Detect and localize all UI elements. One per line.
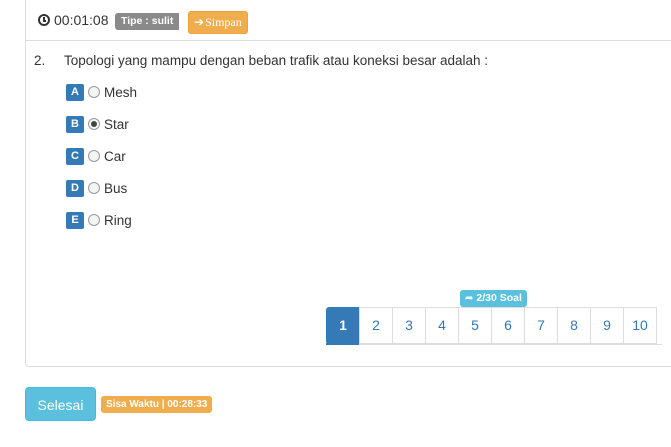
option-a[interactable]: A Mesh [66, 83, 137, 101]
option-letter: A [66, 83, 84, 101]
option-letter: D [66, 179, 84, 197]
option-label: Mesh [104, 84, 138, 100]
option-b[interactable]: B Star [66, 115, 129, 133]
option-c-radio[interactable] [88, 150, 100, 162]
progress-badge: ➦ 2/30 Soal [460, 290, 527, 307]
page-1[interactable]: 1 [326, 307, 360, 344]
option-c[interactable]: C Car [66, 147, 126, 165]
elapsed-time: 00:01:08 [54, 12, 109, 28]
option-b-radio[interactable] [88, 118, 100, 130]
question-pagination: 1 2 3 4 5 6 7 8 9 10 [326, 307, 657, 344]
option-a-radio[interactable] [88, 86, 100, 98]
save-button-label: Simpan [205, 15, 242, 29]
progress-badge-text: 2/30 Soal [476, 292, 522, 304]
option-label: Ring [104, 212, 132, 228]
option-e[interactable]: E Ring [66, 211, 132, 229]
page-9[interactable]: 9 [590, 307, 624, 344]
option-letter: B [66, 115, 84, 133]
elapsed-timer: 00:01:08 [38, 12, 109, 28]
difficulty-badge: Tipe : sulit [115, 13, 180, 30]
question-number: 2. [34, 53, 46, 68]
panel-header: 00:01:08 Tipe : sulit ➔ Simpan [26, 0, 671, 41]
option-label: Car [104, 148, 126, 164]
question-panel: 00:01:08 Tipe : sulit ➔ Simpan 2. Topolo… [25, 0, 671, 367]
page-3[interactable]: 3 [392, 307, 426, 344]
question-text: Topologi yang mampu dengan beban trafik … [64, 53, 489, 68]
save-button[interactable]: ➔ Simpan [188, 11, 248, 34]
page-4[interactable]: 4 [425, 307, 459, 344]
option-d[interactable]: D Bus [66, 179, 127, 197]
page-2[interactable]: 2 [359, 307, 393, 344]
pagination-scrollbar[interactable] [326, 344, 662, 345]
option-label: Bus [104, 180, 128, 196]
pagination-scrollbar-thumb[interactable] [326, 343, 359, 345]
share-arrow-icon: ➦ [465, 293, 474, 304]
option-e-radio[interactable] [88, 214, 100, 226]
arrow-right-icon: ➔ [194, 15, 205, 29]
page-10[interactable]: 10 [623, 307, 657, 344]
remaining-time-badge: Sisa Waktu | 00:28:33 [101, 396, 213, 413]
option-letter: E [66, 211, 84, 229]
option-label: Star [104, 116, 129, 132]
finish-button[interactable]: Selesai [25, 387, 96, 421]
option-letter: C [66, 147, 84, 165]
clock-icon [38, 14, 50, 26]
page-5[interactable]: 5 [458, 307, 492, 344]
page-8[interactable]: 8 [557, 307, 591, 344]
page-6[interactable]: 6 [491, 307, 525, 344]
page-7[interactable]: 7 [524, 307, 558, 344]
option-d-radio[interactable] [88, 182, 100, 194]
